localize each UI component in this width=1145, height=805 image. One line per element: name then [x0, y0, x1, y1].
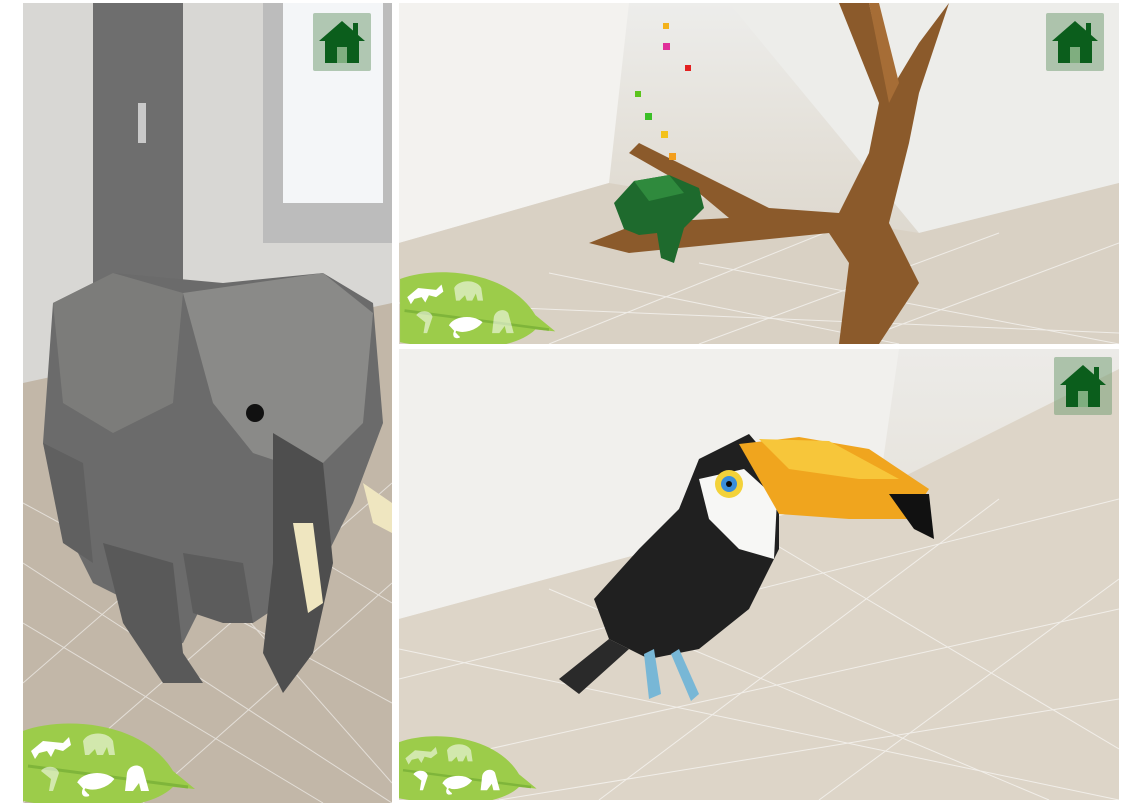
animal-selector-leaf [399, 734, 539, 800]
animal-selector-leaf [23, 721, 198, 803]
home-button[interactable] [1046, 13, 1104, 71]
elephant-ar-view [23, 3, 392, 803]
elephant-scene [23, 3, 392, 803]
home-icon [1052, 21, 1098, 63]
door [93, 3, 183, 303]
home-button[interactable] [1054, 357, 1112, 415]
animal-selector-leaf [399, 270, 559, 344]
home-icon [319, 21, 365, 63]
toucan-ar-view [399, 349, 1119, 800]
chameleon-ar-view [399, 3, 1119, 344]
toucan-scene [399, 349, 1119, 800]
home-icon [1060, 365, 1106, 407]
home-button[interactable] [313, 13, 371, 71]
